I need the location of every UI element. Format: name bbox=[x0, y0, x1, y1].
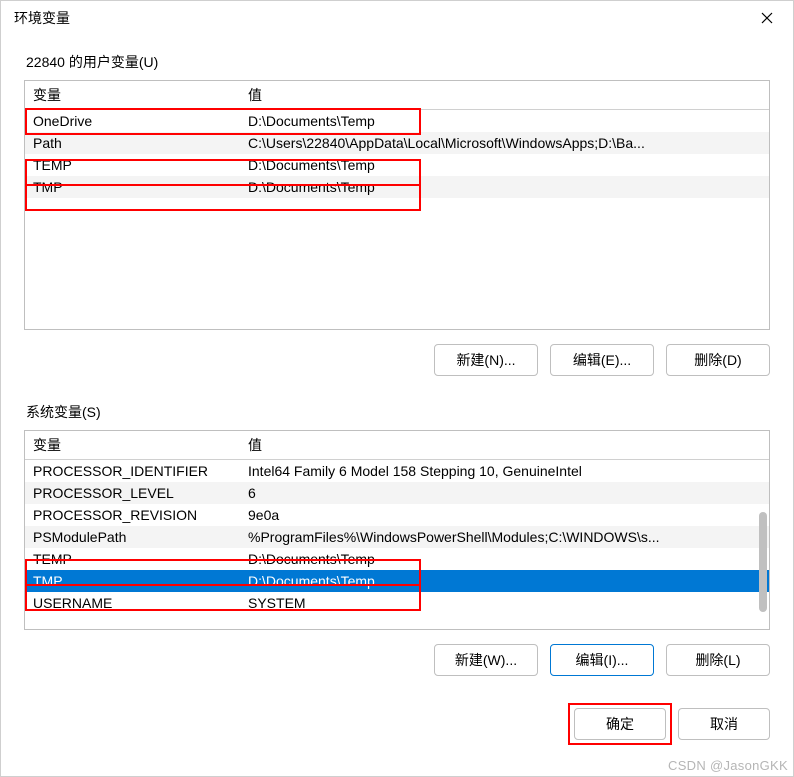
dialog-title: 环境变量 bbox=[14, 8, 70, 28]
cell-val: Intel64 Family 6 Model 158 Stepping 10, … bbox=[240, 460, 769, 483]
table-row[interactable]: TMP D:\Documents\Temp bbox=[25, 570, 769, 592]
cell-var: USERNAME bbox=[25, 592, 240, 614]
table-header-row: 变量 值 bbox=[25, 431, 769, 460]
col-val[interactable]: 值 bbox=[240, 431, 769, 460]
table-row[interactable]: PROCESSOR_LEVEL 6 bbox=[25, 482, 769, 504]
cell-var: PROCESSOR_LEVEL bbox=[25, 482, 240, 504]
cell-val: D:\Documents\Temp bbox=[240, 548, 769, 570]
cell-val: SYSTEM bbox=[240, 592, 769, 614]
ok-button[interactable]: 确定 bbox=[574, 708, 666, 740]
system-edit-button[interactable]: 编辑(I)... bbox=[550, 644, 654, 676]
cell-var: Path bbox=[25, 132, 240, 154]
table-row[interactable]: Path C:\Users\22840\AppData\Local\Micros… bbox=[25, 132, 769, 154]
cell-var: PSModulePath bbox=[25, 526, 240, 548]
system-new-button[interactable]: 新建(W)... bbox=[434, 644, 538, 676]
user-vars-table: 变量 值 OneDrive D:\Documents\Temp Path C:\… bbox=[25, 81, 769, 198]
table-row[interactable]: TEMP D:\Documents\Temp bbox=[25, 154, 769, 176]
cell-var: TEMP bbox=[25, 154, 240, 176]
system-table-container: 变量 值 PROCESSOR_IDENTIFIER Intel64 Family… bbox=[24, 430, 770, 630]
system-vars-table-wrap[interactable]: 变量 值 PROCESSOR_IDENTIFIER Intel64 Family… bbox=[24, 430, 770, 630]
cell-val: 9e0a bbox=[240, 504, 769, 526]
col-var[interactable]: 变量 bbox=[25, 81, 240, 110]
cell-val: C:\Users\22840\AppData\Local\Microsoft\W… bbox=[240, 132, 769, 154]
cell-var: TMP bbox=[25, 570, 240, 592]
user-table-container: 变量 值 OneDrive D:\Documents\Temp Path C:\… bbox=[24, 80, 770, 330]
titlebar: 环境变量 bbox=[0, 0, 794, 36]
user-edit-button[interactable]: 编辑(E)... bbox=[550, 344, 654, 376]
cancel-button[interactable]: 取消 bbox=[678, 708, 770, 740]
cell-val: %ProgramFiles%\WindowsPowerShell\Modules… bbox=[240, 526, 769, 548]
user-delete-button[interactable]: 删除(D) bbox=[666, 344, 770, 376]
cell-val: D:\Documents\Temp bbox=[240, 154, 769, 176]
cell-val: D:\Documents\Temp bbox=[240, 110, 769, 133]
user-new-button[interactable]: 新建(N)... bbox=[434, 344, 538, 376]
system-scrollbar[interactable] bbox=[759, 512, 767, 612]
user-buttons-row: 新建(N)... 编辑(E)... 删除(D) bbox=[24, 344, 770, 376]
system-vars-label: 系统变量(S) bbox=[26, 402, 770, 422]
table-row[interactable]: PROCESSOR_REVISION 9e0a bbox=[25, 504, 769, 526]
cell-var: OneDrive bbox=[25, 110, 240, 133]
bottom-buttons-row: 确定 取消 bbox=[24, 708, 770, 740]
cell-val: D:\Documents\Temp bbox=[240, 570, 769, 592]
cell-val: 6 bbox=[240, 482, 769, 504]
close-icon bbox=[761, 12, 773, 24]
table-header-row: 变量 值 bbox=[25, 81, 769, 110]
col-var[interactable]: 变量 bbox=[25, 431, 240, 460]
table-row[interactable]: TMP D:\Documents\Temp bbox=[25, 176, 769, 198]
col-val[interactable]: 值 bbox=[240, 81, 769, 110]
table-row[interactable]: PSModulePath %ProgramFiles%\WindowsPower… bbox=[25, 526, 769, 548]
watermark: CSDN @JasonGKK bbox=[668, 758, 788, 773]
cell-var: TEMP bbox=[25, 548, 240, 570]
cell-val: D:\Documents\Temp bbox=[240, 176, 769, 198]
cell-var: PROCESSOR_REVISION bbox=[25, 504, 240, 526]
table-row[interactable]: OneDrive D:\Documents\Temp bbox=[25, 110, 769, 133]
system-vars-table: 变量 值 PROCESSOR_IDENTIFIER Intel64 Family… bbox=[25, 431, 769, 614]
cell-var: PROCESSOR_IDENTIFIER bbox=[25, 460, 240, 483]
system-delete-button[interactable]: 删除(L) bbox=[666, 644, 770, 676]
user-vars-table-wrap[interactable]: 变量 值 OneDrive D:\Documents\Temp Path C:\… bbox=[24, 80, 770, 330]
table-row[interactable]: USERNAME SYSTEM bbox=[25, 592, 769, 614]
system-buttons-row: 新建(W)... 编辑(I)... 删除(L) bbox=[24, 644, 770, 676]
user-vars-label: 22840 的用户变量(U) bbox=[26, 52, 770, 72]
dialog-content: 22840 的用户变量(U) 变量 值 OneDrive D:\Document… bbox=[0, 36, 794, 748]
table-row[interactable]: PROCESSOR_IDENTIFIER Intel64 Family 6 Mo… bbox=[25, 460, 769, 483]
cell-var: TMP bbox=[25, 176, 240, 198]
close-button[interactable] bbox=[754, 5, 780, 31]
table-row[interactable]: TEMP D:\Documents\Temp bbox=[25, 548, 769, 570]
